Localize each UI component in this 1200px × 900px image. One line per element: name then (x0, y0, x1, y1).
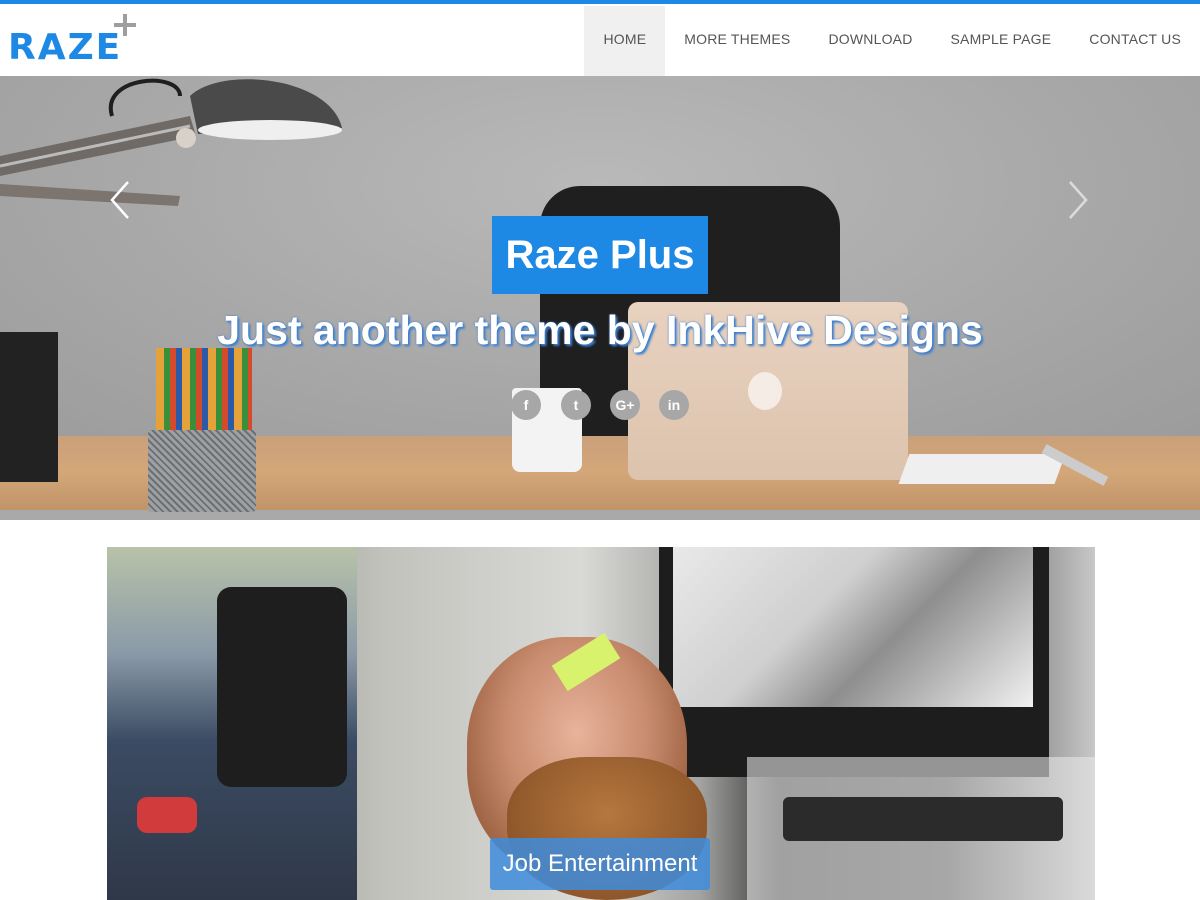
facebook-icon[interactable]: f (511, 390, 541, 420)
hero-subtitle: Just another theme by InkHive Designs (217, 307, 983, 353)
notebook-image (898, 454, 1066, 484)
slider-prev-arrow[interactable] (108, 180, 132, 220)
social-links: f t G+ in (0, 390, 1200, 420)
nav-item-sample-page[interactable]: SAMPLE PAGE (932, 6, 1071, 76)
hero-banner: Raze Plus Just another theme by InkHive … (0, 76, 1200, 520)
site-header: RAZE HOME MORE THEMES DOWNLOAD SAMPLE PA… (0, 4, 1200, 76)
google-plus-icon[interactable]: G+ (610, 390, 640, 420)
site-logo[interactable]: RAZE (8, 14, 148, 70)
linkedin-icon[interactable]: in (659, 390, 689, 420)
plus-icon (114, 14, 136, 36)
hero-content: Raze Plus Just another theme by InkHive … (0, 216, 1200, 354)
chevron-right-icon (1069, 181, 1088, 219)
nav-item-home[interactable]: HOME (584, 6, 666, 76)
pencil-cup-image (148, 430, 256, 512)
slide-shoe (137, 797, 197, 833)
slide-keyboard (783, 797, 1063, 841)
slide-caption[interactable]: Job Entertainment (490, 838, 710, 890)
logo-text: RAZE (8, 27, 123, 68)
chevron-left-icon (110, 181, 129, 219)
nav-item-contact-us[interactable]: CONTACT US (1070, 6, 1200, 76)
hero-title: Raze Plus (491, 216, 709, 294)
nav-item-more-themes[interactable]: MORE THEMES (665, 6, 809, 76)
twitter-icon[interactable]: t (561, 390, 591, 420)
slider-next-arrow[interactable] (1066, 180, 1090, 220)
slide-chair (217, 587, 347, 787)
nav-item-download[interactable]: DOWNLOAD (809, 6, 931, 76)
main-navigation: HOME MORE THEMES DOWNLOAD SAMPLE PAGE CO… (584, 6, 1200, 76)
slide-monitor-screen (673, 547, 1033, 707)
